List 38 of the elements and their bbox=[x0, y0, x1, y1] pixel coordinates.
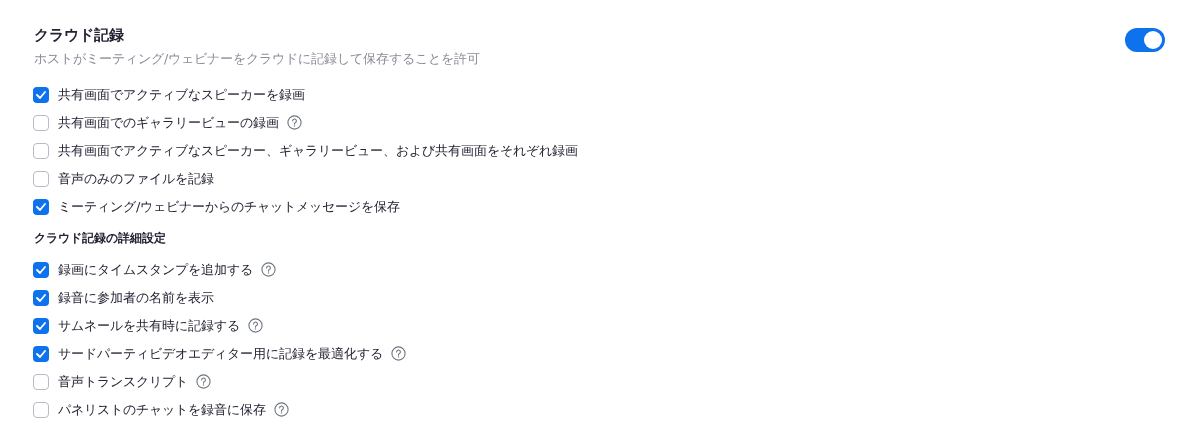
checkbox[interactable] bbox=[33, 114, 49, 131]
help-icon[interactable] bbox=[196, 374, 211, 389]
subsection-heading: クラウド記録の詳細設定 bbox=[34, 230, 167, 247]
option-label: 音声トランスクリプト bbox=[58, 372, 188, 391]
checkbox[interactable] bbox=[33, 373, 49, 390]
checkbox[interactable] bbox=[33, 170, 49, 187]
check-icon bbox=[36, 321, 46, 330]
check-icon bbox=[36, 265, 46, 274]
help-icon[interactable] bbox=[248, 318, 263, 333]
help-icon[interactable] bbox=[391, 346, 406, 361]
section-description: ホストがミーティング/ウェビナーをクラウドに記録して保存することを許可 bbox=[34, 51, 481, 68]
section-title: クラウド記録 bbox=[34, 26, 125, 45]
help-icon[interactable] bbox=[287, 115, 302, 130]
option-label: サードパーティビデオエディター用に記録を最適化する bbox=[58, 344, 383, 363]
option-label: ミーティング/ウェビナーからのチャットメッセージを保存 bbox=[58, 197, 401, 216]
toggle-switch[interactable] bbox=[1125, 28, 1165, 52]
check-icon bbox=[36, 293, 46, 302]
checkbox[interactable] bbox=[33, 261, 49, 278]
checkbox[interactable] bbox=[33, 198, 49, 215]
option-label: 録音に参加者の名前を表示 bbox=[58, 288, 214, 307]
option-label: 録画にタイムスタンプを追加する bbox=[58, 260, 253, 279]
option-label: 共有画面でのギャラリービューの録画 bbox=[58, 113, 279, 132]
checkbox[interactable] bbox=[33, 86, 49, 103]
checkbox[interactable] bbox=[33, 142, 49, 159]
help-icon[interactable] bbox=[274, 402, 289, 417]
checkbox[interactable] bbox=[33, 401, 49, 418]
checkbox[interactable] bbox=[33, 345, 49, 362]
option-label: サムネールを共有時に記録する bbox=[58, 316, 240, 335]
option-label: 共有画面でアクティブなスピーカー、ギャラリービュー、および共有画面をそれぞれ録画 bbox=[58, 141, 578, 160]
option-label: 音声のみのファイルを記録 bbox=[58, 169, 214, 188]
checkbox[interactable] bbox=[33, 317, 49, 334]
option-label: パネリストのチャットを録音に保存 bbox=[58, 400, 266, 419]
check-icon bbox=[36, 202, 46, 211]
check-icon bbox=[36, 349, 46, 358]
option-label: 共有画面でアクティブなスピーカーを録画 bbox=[58, 85, 305, 104]
check-icon bbox=[36, 90, 46, 99]
checkbox[interactable] bbox=[33, 289, 49, 306]
help-icon[interactable] bbox=[261, 262, 276, 277]
